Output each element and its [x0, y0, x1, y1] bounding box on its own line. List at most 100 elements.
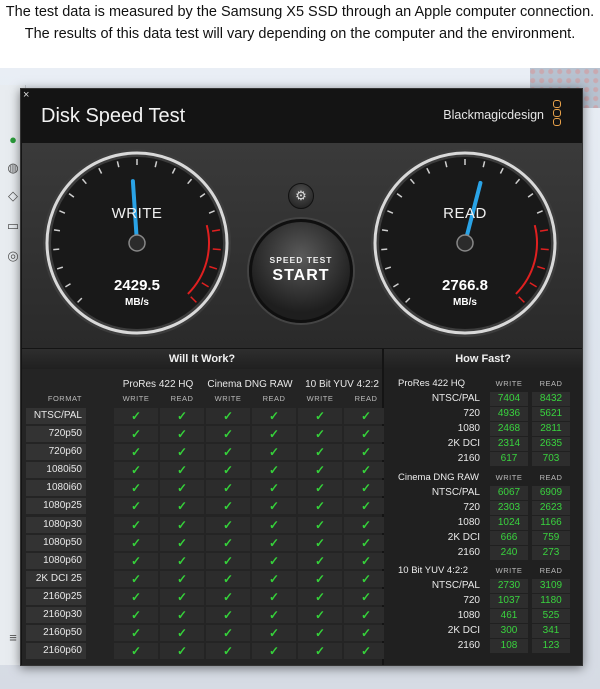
- check-icon: ✓: [114, 643, 158, 660]
- table-row: 2160p50 ✓ ✓ ✓ ✓ ✓ ✓: [22, 624, 388, 642]
- globe-icon[interactable]: ◎: [6, 249, 20, 263]
- check-icon: ✓: [252, 462, 296, 479]
- format-label: 1080p25: [26, 498, 86, 515]
- how-fast-title: How Fast?: [384, 349, 582, 369]
- check-icon: ✓: [298, 498, 342, 515]
- check-icon: ✓: [206, 588, 250, 605]
- cube-icon[interactable]: ◇: [6, 189, 20, 203]
- read-fps-value: 2623: [532, 501, 570, 515]
- table-row: 1080p30 ✓ ✓ ✓ ✓ ✓ ✓: [22, 516, 388, 534]
- menu-icon[interactable]: ≡: [6, 631, 20, 645]
- check-icon: ✓: [344, 498, 388, 515]
- table-row: 1080i60 ✓ ✓ ✓ ✓ ✓ ✓: [22, 479, 388, 497]
- format-label: 1080p60: [26, 552, 86, 569]
- read-fps-value: 123: [532, 639, 570, 653]
- check-icon: ✓: [114, 625, 158, 642]
- check-icon: ✓: [344, 534, 388, 551]
- blackmagic-logo-icon: [552, 100, 564, 128]
- format-label: 720p50: [26, 426, 86, 443]
- check-icon: ✓: [252, 444, 296, 461]
- write-subheader: WRITE: [122, 394, 150, 403]
- write-subheader: WRITE: [495, 379, 523, 388]
- format-label: NTSC/PAL: [26, 408, 86, 424]
- check-icon: ✓: [252, 625, 296, 642]
- table-row: 720 1037 1180: [384, 594, 582, 609]
- check-icon: ✓: [114, 516, 158, 533]
- write-fps-value: 4936: [490, 407, 528, 421]
- check-icon: ✓: [206, 408, 250, 424]
- caption: The test data is measured by the Samsung…: [0, 0, 600, 48]
- table-row: 2K DCI 2314 2635: [384, 437, 582, 452]
- settings-button[interactable]: ⚙: [288, 183, 314, 209]
- check-icon: ✓: [298, 534, 342, 551]
- table-row: 2160 617 703: [384, 452, 582, 467]
- table-row: 2160p30 ✓ ✓ ✓ ✓ ✓ ✓: [22, 606, 388, 624]
- table-row: 2160p25 ✓ ✓ ✓ ✓ ✓ ✓: [22, 588, 388, 606]
- gauge-hub: [456, 234, 474, 252]
- check-icon: ✓: [206, 444, 250, 461]
- table-row: 2K DCI 25 ✓ ✓ ✓ ✓ ✓ ✓: [22, 570, 388, 588]
- check-icon: ✓: [298, 643, 342, 660]
- read-fps-value: 341: [532, 624, 570, 638]
- table-row: 720p50 ✓ ✓ ✓ ✓ ✓ ✓: [22, 425, 388, 443]
- format-label: 2160: [457, 640, 480, 651]
- write-fps-value: 461: [490, 609, 528, 623]
- check-icon: ✓: [206, 570, 250, 587]
- check-icon: ✓: [252, 534, 296, 551]
- how-fast-group: Cinema DNG RAW WRITE READ NTSC/PAL 6067 6909 7…: [384, 472, 582, 561]
- check-icon: ✓: [298, 552, 342, 569]
- person-icon[interactable]: ◍: [6, 161, 20, 175]
- check-icon: ✓: [160, 408, 204, 424]
- read-gauge: READ 2766.8 MB/s: [369, 147, 561, 339]
- check-icon: ✓: [344, 516, 388, 533]
- how-fast-group-header: ProRes 422 HQ WRITE READ: [384, 378, 582, 392]
- format-label: 2K DCI: [447, 438, 480, 449]
- read-fps-value: 525: [532, 609, 570, 623]
- read-subheader: READ: [539, 473, 563, 482]
- check-icon: ✓: [344, 588, 388, 605]
- check-icon: ✓: [252, 552, 296, 569]
- write-subheader: WRITE: [495, 566, 523, 575]
- read-speed-value: 2766.8: [442, 277, 488, 294]
- write-gauge-label: WRITE: [111, 205, 163, 222]
- format-label: 720: [463, 502, 480, 513]
- gauge-tick: [53, 229, 61, 232]
- how-fast-group: ProRes 422 HQ WRITE READ NTSC/PAL 7404 8432 72…: [384, 378, 582, 467]
- folder-icon[interactable]: ▭: [6, 219, 20, 233]
- check-icon: ✓: [344, 408, 388, 424]
- read-subheader: READ: [539, 379, 563, 388]
- read-fps-value: 5621: [532, 407, 570, 421]
- check-icon: ✓: [114, 408, 158, 424]
- codec-header: Cinema DNG RAW: [207, 379, 293, 390]
- table-row: 1080 1024 1166: [384, 516, 582, 531]
- close-icon[interactable]: ×: [23, 89, 35, 101]
- will-it-work-panel: Will It Work? ProRes 422 HQ Cinema DNG RA…: [22, 349, 388, 665]
- how-fast-panel: How Fast? ProRes 422 HQ WRITE READ NTSC/PAL…: [384, 349, 582, 665]
- table-row: 1080p60 ✓ ✓ ✓ ✓ ✓ ✓: [22, 552, 388, 570]
- speed-test-start-button[interactable]: SPEED TEST START: [249, 219, 353, 323]
- codec-name: Cinema DNG RAW: [398, 472, 479, 483]
- check-icon: ✓: [114, 480, 158, 497]
- check-icon: ✓: [206, 516, 250, 533]
- check-icon: ✓: [252, 607, 296, 624]
- format-rows: NTSC/PAL ✓ ✓ ✓ ✓ ✓ ✓ 720p50 ✓ ✓ ✓ ✓ ✓ ✓ 720p60 ✓ ✓ ✓ ✓ ✓ ✓ 10…: [22, 407, 388, 660]
- write-gauge-dial: [43, 149, 231, 337]
- check-icon: ✓: [114, 534, 158, 551]
- check-icon: ✓: [344, 444, 388, 461]
- table-row: NTSC/PAL 7404 8432: [384, 392, 582, 407]
- messages-icon[interactable]: ●: [6, 133, 20, 147]
- start-button-label: START: [272, 267, 330, 284]
- format-label: NTSC/PAL: [431, 393, 480, 404]
- check-icon: ✓: [344, 462, 388, 479]
- format-label: 2160: [457, 453, 480, 464]
- check-icon: ✓: [298, 444, 342, 461]
- check-icon: ✓: [206, 607, 250, 624]
- format-label: 2160p30: [26, 607, 86, 624]
- format-label: 2K DCI: [447, 532, 480, 543]
- how-fast-group: 10 Bit YUV 4:2:2 WRITE READ NTSC/PAL 2730 310…: [384, 565, 582, 654]
- table-row: 720 4936 5621: [384, 407, 582, 422]
- table-row: 720p60 ✓ ✓ ✓ ✓ ✓ ✓: [22, 443, 388, 461]
- table-row: 2160 240 273: [384, 546, 582, 561]
- format-label: 2K DCI: [447, 625, 480, 636]
- table-row: 1080 461 525: [384, 609, 582, 624]
